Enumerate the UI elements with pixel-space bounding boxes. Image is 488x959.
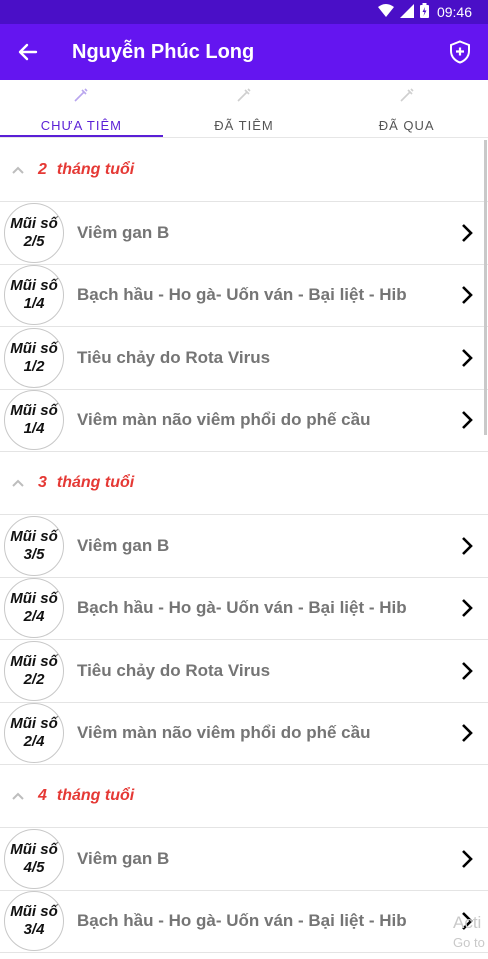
chevron-right-icon [452,405,482,435]
dose-count: 3/4 [23,921,45,939]
vaccine-name: Viêm gan B [77,535,170,555]
arrow-left-icon [18,43,38,61]
dose-badge: Mũi số 2/2 [4,640,64,701]
chevron-up-icon [12,792,24,800]
dose-count: 4/5 [23,858,45,876]
list-item[interactable]: Mũi số 3/5 Viêm gan B [0,515,488,578]
list-item[interactable]: Mũi số 1/2 Tiêu chảy do Rota Virus [0,327,488,390]
age-unit: tháng tuổi [56,787,135,804]
list-item[interactable]: Mũi số 1/4 Bạch hầu - Ho gà- Uốn ván - Bạ… [0,265,488,327]
shield-plus-icon [450,40,470,64]
status-bar: 09:46 [0,0,488,24]
chevron-right-icon [452,593,482,623]
dose-label: Mũi số [10,527,58,545]
vaccine-name: Bạch hầu - Ho gà- Uốn ván - Bại liệt - H… [77,911,407,931]
page-title: Nguyễn Phúc Long [72,40,255,63]
tab-bar: CHƯA TIÊM ĐÃ TIÊM ĐÃ QUA [0,80,488,138]
chevron-right-icon [452,343,482,373]
vaccine-name: Tiêu chảy do Rota Virus [77,660,271,680]
watermark-line2: Go to [453,935,485,950]
section-header-2-months[interactable]: 2 tháng tuổi [0,139,488,202]
list-item[interactable]: Mũi số 2/4 Bạch hầu - Ho gà- Uốn ván - Bạ… [0,578,488,640]
age-number: 3 [38,474,47,491]
tab-da-tiem[interactable]: ĐÃ TIÊM [163,80,326,137]
chevron-right-icon [452,531,482,561]
tab-label: CHƯA TIÊM [40,118,122,133]
dose-count: 2/4 [23,733,45,751]
dose-badge: Mũi số 3/4 [4,891,64,952]
battery-icon [419,3,429,21]
dose-label: Mũi số [10,277,58,295]
dose-badge: Mũi số 2/4 [4,578,64,639]
age-unit: tháng tuổi [56,474,135,491]
activation-watermark: Acti Go to [453,913,485,953]
syringe-icon [235,86,253,107]
dose-badge: Mũi số 1/2 [4,327,64,388]
vaccine-name: Viêm gan B [77,848,170,868]
dose-count: 1/4 [23,295,45,313]
list-item[interactable]: Mũi số 2/2 Tiêu chảy do Rota Virus [0,640,488,703]
list-item[interactable]: Mũi số 2/5 Viêm gan B [0,202,488,265]
syringe-icon [72,86,90,107]
chevron-up-icon [12,166,24,174]
dose-label: Mũi số [10,715,58,733]
dose-badge: Mũi số 1/4 [4,265,64,326]
section-header-3-months[interactable]: 3 tháng tuổi [0,452,488,515]
tab-label: ĐÃ QUA [378,118,435,133]
chevron-right-icon [452,718,482,748]
shield-button[interactable] [432,24,488,80]
tab-chua-tiem[interactable]: CHƯA TIÊM [0,80,163,137]
section-header-4-months[interactable]: 4 tháng tuổi [0,765,488,828]
dose-count: 2/2 [23,670,45,688]
dose-label: Mũi số [10,903,58,921]
age-number: 4 [38,787,47,804]
dose-label: Mũi số [10,652,58,670]
dose-label: Mũi số [10,840,58,858]
dose-badge: Mũi số 2/5 [4,202,64,263]
chevron-right-icon [452,218,482,248]
dose-label: Mũi số [10,339,58,357]
wifi-icon [377,3,394,21]
chevron-right-icon [452,844,482,874]
status-time: 09:46 [436,4,472,20]
dose-label: Mũi số [10,214,58,232]
dose-count: 1/4 [23,420,45,438]
dose-count: 1/2 [23,357,45,375]
dose-badge: Mũi số 4/5 [4,828,64,889]
chevron-right-icon [452,656,482,686]
vaccine-name: Bạch hầu - Ho gà- Uốn ván - Bại liệt - H… [77,598,407,618]
list-item[interactable]: Mũi số 2/4 Viêm màn não viêm phổi do phế … [0,703,488,765]
vaccine-name: Viêm gan B [77,222,170,242]
watermark-line1: Acti [453,913,482,932]
age-unit: tháng tuổi [56,161,135,178]
tab-label: ĐÃ TIÊM [214,118,274,133]
dose-label: Mũi số [10,402,58,420]
scrollbar[interactable] [484,140,487,435]
vaccine-name: Viêm màn não viêm phổi do phế cầu [77,723,371,743]
vaccine-name: Bạch hầu - Ho gà- Uốn ván - Bại liệt - H… [77,285,407,305]
signal-icon [399,3,414,21]
age-number: 2 [38,161,47,178]
back-button[interactable] [0,24,56,80]
list-item[interactable]: Mũi số 4/5 Viêm gan B [0,828,488,891]
dose-badge: Mũi số 1/4 [4,390,64,451]
dose-count: 3/5 [23,545,45,563]
syringe-icon [398,86,416,107]
chevron-up-icon [12,479,24,487]
vaccine-list: 2 tháng tuổi Mũi số 2/5 Viêm gan B Mũi số 1… [0,139,488,953]
vaccine-name: Viêm màn não viêm phổi do phế cầu [77,410,371,430]
tab-da-qua[interactable]: ĐÃ QUA [325,80,488,137]
app-bar: Nguyễn Phúc Long [0,24,488,80]
dose-badge: Mũi số 2/4 [4,703,64,764]
vaccine-name: Tiêu chảy do Rota Virus [77,347,271,367]
chevron-right-icon [452,280,482,310]
dose-count: 2/5 [23,232,45,250]
dose-count: 2/4 [23,608,45,626]
list-item[interactable]: Mũi số 3/4 Bạch hầu - Ho gà- Uốn ván - Bạ… [0,891,488,953]
dose-badge: Mũi số 3/5 [4,515,64,576]
list-item[interactable]: Mũi số 1/4 Viêm màn não viêm phổi do phế … [0,390,488,452]
dose-label: Mũi số [10,590,58,608]
